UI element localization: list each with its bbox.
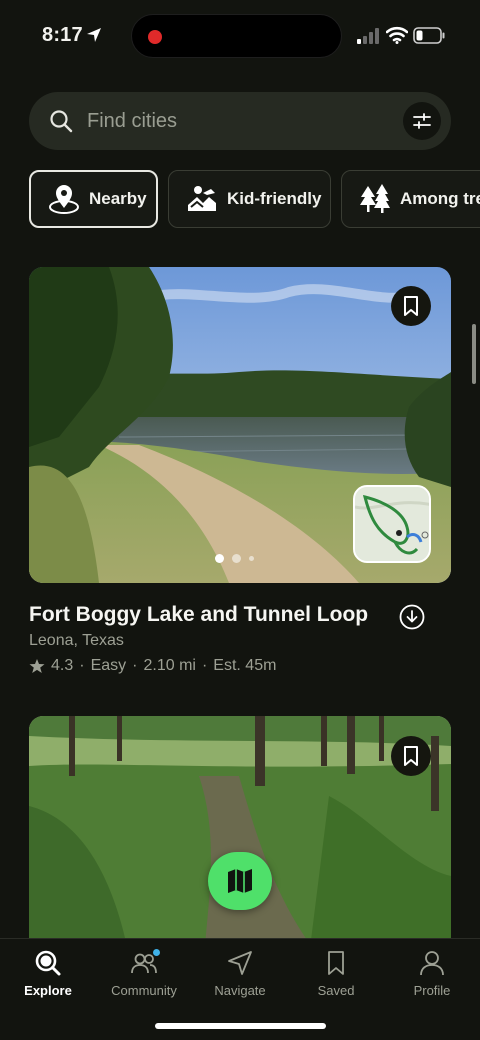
trail-card-photo[interactable]	[29, 267, 451, 583]
search-bar[interactable]	[29, 92, 451, 150]
chip-among-trees[interactable]: Among trees	[341, 170, 480, 228]
photo-pager[interactable]	[215, 553, 254, 563]
trail-est-time: Est. 45m	[213, 657, 277, 674]
trail-difficulty: Easy	[90, 657, 127, 674]
star-icon	[29, 659, 45, 673]
bookmark-icon	[328, 951, 344, 975]
map-view-button[interactable]	[208, 852, 272, 910]
chip-label: Kid-friendly	[227, 189, 322, 208]
download-icon[interactable]	[399, 604, 425, 630]
trail-map-icon	[355, 487, 429, 561]
search-icon	[50, 110, 73, 133]
nav-explore[interactable]: Explore	[0, 949, 96, 1005]
nav-label: Saved	[317, 983, 355, 998]
bookmark-button[interactable]	[391, 286, 431, 326]
nav-label: Explore	[24, 983, 72, 998]
recording-dot-icon	[148, 30, 162, 44]
chip-label: Nearby	[89, 189, 147, 208]
nav-navigate[interactable]: Navigate	[192, 949, 288, 1005]
chip-label: Among trees	[400, 189, 480, 208]
nav-label: Community	[111, 983, 177, 998]
location-pin-icon	[47, 183, 81, 215]
nav-profile[interactable]: Profile	[384, 949, 480, 1005]
pager-dot	[249, 555, 254, 561]
separator: ·	[201, 657, 208, 674]
nav-community[interactable]: Community	[96, 949, 192, 1005]
trail-stats: 4.3 · Easy · 2.10 mi · Est. 45m	[29, 657, 276, 675]
trees-icon	[358, 183, 392, 215]
navigate-arrow-icon	[228, 951, 252, 975]
chip-nearby[interactable]: Nearby	[29, 170, 158, 228]
pager-dot	[232, 553, 241, 563]
nav-saved[interactable]: Saved	[288, 949, 384, 1005]
trail-map-thumbnail[interactable]	[353, 485, 431, 563]
trail-rating: 4.3	[51, 657, 74, 674]
bookmark-icon	[404, 746, 418, 766]
profile-icon	[420, 951, 444, 976]
wifi-icon	[386, 26, 408, 44]
separator: ·	[79, 657, 85, 674]
dynamic-island	[131, 14, 342, 58]
home-indicator[interactable]	[155, 1023, 326, 1029]
status-time: 8:17	[42, 24, 83, 46]
battery-icon	[413, 27, 445, 44]
trail-card-photo[interactable]	[29, 716, 451, 956]
cellular-signal-icon	[357, 28, 379, 44]
search-input[interactable]	[87, 92, 387, 150]
nav-label: Navigate	[214, 983, 266, 998]
kid-friendly-icon	[185, 183, 219, 215]
separator: ·	[132, 657, 138, 674]
status-bar: 8:17	[0, 0, 480, 72]
filter-button[interactable]	[403, 102, 441, 140]
nav-label: Profile	[413, 983, 451, 998]
explore-search-icon	[35, 950, 61, 976]
chip-kid-friendly[interactable]: Kid-friendly	[168, 170, 331, 228]
trail-photo	[29, 716, 451, 956]
sliders-icon	[413, 113, 431, 129]
trail-distance: 2.10 mi	[143, 657, 196, 674]
notification-dot	[153, 949, 160, 956]
filter-chips: Nearby Kid-friendly Among trees	[29, 170, 480, 230]
bookmark-button[interactable]	[391, 736, 431, 776]
location-arrow-icon	[87, 28, 101, 42]
trail-title[interactable]: Fort Boggy Lake and Tunnel Loop	[29, 603, 368, 627]
pager-dot	[215, 553, 224, 563]
trail-location: Leona, Texas	[29, 632, 124, 649]
bookmark-icon	[404, 296, 418, 316]
scroll-indicator[interactable]	[472, 324, 476, 384]
map-icon	[228, 869, 252, 893]
